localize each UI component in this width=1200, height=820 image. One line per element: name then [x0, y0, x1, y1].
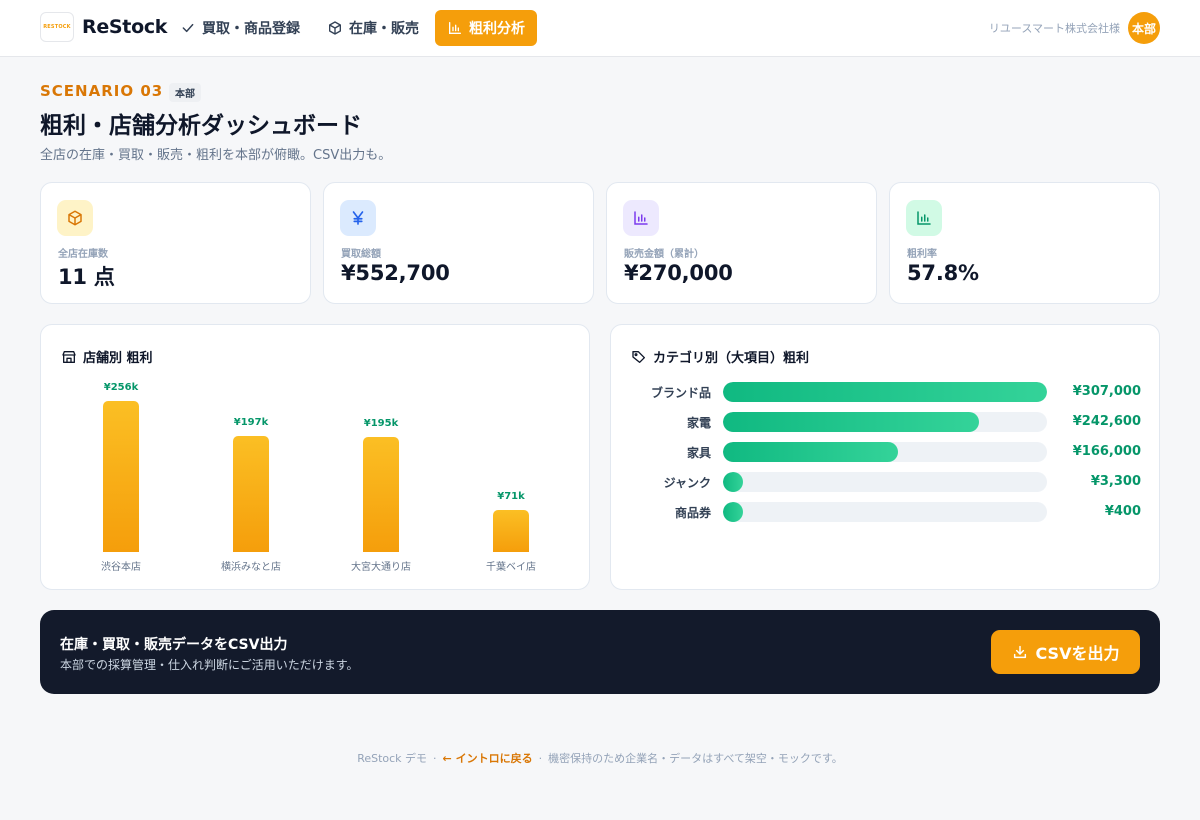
logo-mark-text: RESTOCK [43, 24, 71, 30]
category-label: 家具 [686, 446, 711, 460]
nav-inventory-sales[interactable]: 在庫・販売 [315, 10, 431, 46]
footer-separator: · [538, 752, 543, 765]
category-panel-title-text: カテゴリ別（大項目）粗利 [653, 351, 810, 366]
kpi-label: 粗利率 [907, 249, 937, 260]
store-bar [103, 401, 139, 552]
box-icon [68, 210, 82, 226]
page-title: 粗利・店舗分析ダッシュボード [40, 113, 362, 139]
kpi-value: 11 点 [58, 265, 115, 289]
category-row: 家電 ¥242,600 [631, 412, 1141, 432]
category-label: ブランド品 [650, 386, 711, 400]
store-bar [493, 510, 529, 552]
store-bar-value: ¥71k [497, 491, 525, 503]
check-icon [182, 23, 194, 33]
store-bar [363, 436, 399, 552]
category-bar-track [723, 442, 1047, 462]
category-value: ¥307,000 [1072, 384, 1141, 399]
kpi-card-purchase-total: 買取総額 ¥552,700 [323, 182, 594, 304]
category-label: 商品券 [674, 506, 711, 520]
store-bar [233, 435, 269, 552]
store-bar-label: 千葉ベイ店 [486, 562, 536, 573]
store-bar-label: 大宮大通り店 [351, 562, 411, 573]
store-panel-title-text: 店舗別 粗利 [83, 351, 153, 366]
csv-title: 在庫・買取・販売データをCSV出力 [60, 637, 288, 653]
bar-chart-icon [917, 211, 931, 225]
csv-export-button[interactable]: CSVを出力 [991, 630, 1140, 674]
store-bar-label: 渋谷本店 [101, 562, 141, 573]
bar-chart-icon [634, 211, 648, 225]
category-label: 家電 [686, 416, 711, 430]
store-bar-value: ¥195k [363, 417, 399, 429]
category-panel-title: カテゴリ別（大項目）粗利 [631, 347, 809, 366]
company-name: リユースマート株式会社様 [988, 22, 1120, 35]
category-bar [723, 382, 1047, 402]
store-bar-value: ¥256k [103, 382, 139, 393]
nav-buy-register-label: 買取・商品登録 [202, 21, 300, 37]
csv-subtitle: 本部での採算管理・仕入れ判断にご活用いただけます。 [60, 658, 359, 672]
category-bar [723, 412, 980, 432]
kpi-card-sales-total: 販売金額（累計） ¥270,000 [606, 182, 877, 304]
category-value: ¥166,000 [1072, 444, 1141, 459]
bar-chart-icon [449, 22, 461, 34]
category-bar-track [723, 412, 1047, 432]
category-label: ジャンク [663, 476, 711, 490]
avatar[interactable]: 本部 [1128, 12, 1160, 44]
footer-prefix: ReStock デモ [357, 752, 428, 765]
nav-profit-analysis[interactable]: 粗利分析 [435, 10, 537, 46]
tag-icon [632, 350, 645, 363]
footer-separator: · [433, 752, 437, 765]
kpi-icon-wrap [623, 200, 659, 236]
category-profit-panel: カテゴリ別（大項目）粗利 ブランド品 ¥307,000 家電 ¥242,600 家具 ¥1… [610, 324, 1160, 590]
kpi-card-inventory: 全店在庫数 11 点 [40, 182, 311, 304]
logo-text[interactable]: ReStock [82, 16, 167, 38]
category-bar-track [723, 382, 1047, 402]
kpi-value: 57.8% [907, 261, 979, 285]
nav-inventory-sales-label: 在庫・販売 [349, 21, 419, 37]
kpi-icon-wrap [906, 200, 942, 236]
csv-export-button-label: CSVを出力 [1035, 644, 1120, 663]
yen-icon [352, 211, 364, 225]
category-row: 商品券 ¥400 [631, 502, 1141, 522]
store-profit-panel: 店舗別 粗利 ¥256k 渋谷本店 ¥197k 横浜みなと店 ¥195k 大宮大通り店 ¥7… [40, 324, 590, 590]
csv-export-banner: 在庫・買取・販売データをCSV出力 本部での採算管理・仕入れ判断にご活用いただけ… [40, 610, 1160, 694]
back-to-intro-link[interactable]: ← イントロに戻る [443, 752, 533, 765]
nav-profit-analysis-label: 粗利分析 [469, 21, 525, 37]
store-bar-label: 横浜みなと店 [221, 562, 281, 573]
category-bar-track [723, 472, 1047, 492]
kpi-label: 買取総額 [341, 249, 381, 260]
kpi-value: ¥270,000 [624, 261, 733, 285]
store-bar-value: ¥197k [233, 416, 269, 428]
category-bar [723, 442, 899, 462]
category-value: ¥242,600 [1072, 414, 1141, 429]
store-bar-chart: ¥256k 渋谷本店 ¥197k 横浜みなと店 ¥195k 大宮大通り店 ¥71k 千葉ベイ店 [61, 375, 571, 575]
footer-note: 機密保持のため企業名・データはすべて架空・モックです。 [548, 752, 843, 765]
category-bar [723, 472, 743, 492]
top-header: RESTOCK ReStock 買取・商品登録 在庫・販売 粗利分析 リユースマ… [0, 0, 1200, 57]
category-bar-track [723, 502, 1047, 522]
box-icon [329, 21, 341, 35]
category-value: ¥400 [1104, 504, 1141, 519]
store-icon [62, 350, 76, 363]
category-row: ブランド品 ¥307,000 [631, 382, 1141, 402]
kpi-value: ¥552,700 [341, 261, 450, 285]
footer: ReStock デモ · ← イントロに戻る · 機密保持のため企業名・データはすべて架… [0, 750, 1200, 766]
scenario-label: SCENARIO 03 [40, 82, 164, 100]
kpi-icon-wrap [340, 200, 376, 236]
kpi-icon-wrap [57, 200, 93, 236]
download-icon [1013, 645, 1026, 659]
store-panel-title: 店舗別 粗利 [61, 347, 153, 366]
category-value: ¥3,300 [1090, 474, 1141, 489]
category-bar [723, 502, 743, 522]
nav-buy-register[interactable]: 買取・商品登録 [168, 10, 312, 46]
category-row: 家具 ¥166,000 [631, 442, 1141, 462]
logo-mark[interactable]: RESTOCK [40, 12, 74, 42]
kpi-label: 全店在庫数 [58, 249, 108, 260]
category-row: ジャンク ¥3,300 [631, 472, 1141, 492]
kpi-label: 販売金額（累計） [624, 249, 704, 260]
page-subtitle: 全店の在庫・買取・販売・粗利を本部が俯瞰。CSV出力も。 [40, 148, 392, 163]
kpi-card-gross-margin: 粗利率 57.8% [889, 182, 1160, 304]
scenario-badge: 本部 [169, 83, 201, 102]
